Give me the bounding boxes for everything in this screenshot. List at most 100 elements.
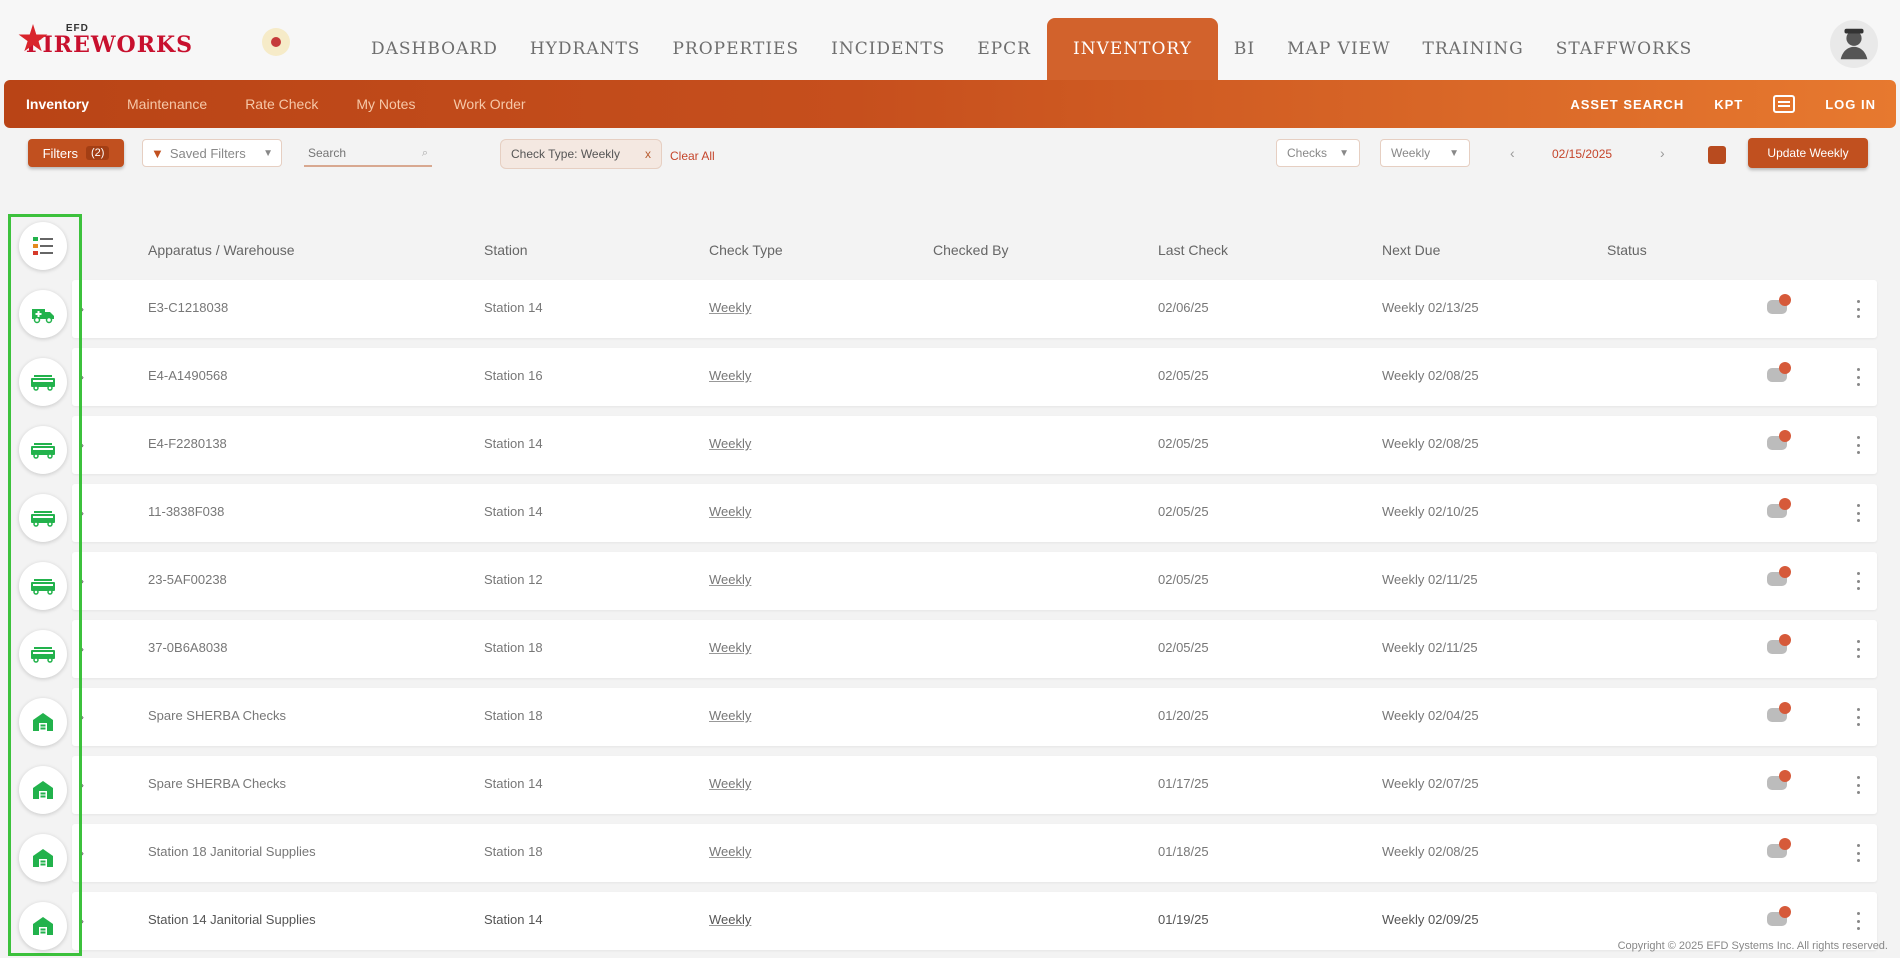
row-menu-icon[interactable] [1857,708,1861,726]
date-label[interactable]: 02/15/2025 [1552,147,1612,161]
column-header-next-due[interactable]: Next Due [1382,242,1440,258]
cell-check-type: Weekly [709,504,752,519]
logo-burst-icon [18,22,48,58]
rail-button-fire-truck[interactable] [19,630,67,678]
checks-select[interactable]: Checks ▼ [1276,139,1360,167]
filters-button[interactable]: Filters (2) [28,139,124,167]
notes-icon[interactable] [1767,702,1793,726]
row-menu-icon[interactable] [1857,912,1861,930]
table-row[interactable]: › E3-C1218038 Station 14 Weekly 02/06/25 Week… [72,280,1877,338]
row-menu-icon[interactable] [1857,504,1861,522]
prev-date-button[interactable]: ‹ [1510,145,1515,161]
column-header-last-check[interactable]: Last Check [1158,242,1228,258]
table-row[interactable]: › Station 18 Janitorial Supplies Station 1… [72,824,1877,882]
column-header-station[interactable]: Station [484,242,528,258]
search-input[interactable] [308,146,422,160]
clear-all-link[interactable]: Clear All [670,149,715,163]
nav-bi[interactable]: BI [1218,18,1271,80]
footer-copyright: Copyright © 2025 EFD Systems Inc. All ri… [1617,940,1888,952]
nav-staffworks[interactable]: STAFFWORKS [1540,18,1708,80]
notes-icon[interactable] [1767,770,1793,794]
table-row[interactable]: › 11-3838F038 Station 14 Weekly 02/05/25 Week… [72,484,1877,542]
rail-button-warehouse[interactable] [19,834,67,882]
table-row[interactable]: › Station 14 Janitorial Supplies Station 1… [72,892,1877,950]
cell-apparatus: 23-5AF00238 [148,572,227,587]
nav-incidents[interactable]: INCIDENTS [815,18,961,80]
app-logo[interactable]: EFD FIREWORKS [18,16,193,64]
subnav-inventory[interactable]: Inventory [26,96,89,112]
rail-button-warehouse[interactable] [19,766,67,814]
notes-icon[interactable] [1767,838,1793,862]
table-row[interactable]: › 23-5AF00238 Station 12 Weekly 02/05/25 Week… [72,552,1877,610]
table-row[interactable]: › E4-A1490568 Station 16 Weekly 02/05/25 Week… [72,348,1877,406]
period-select[interactable]: Weekly ▼ [1380,139,1470,167]
subnav-work-order[interactable]: Work Order [453,96,525,112]
notes-icon[interactable] [1767,294,1793,318]
update-weekly-button[interactable]: Update Weekly [1748,138,1868,168]
fire-truck-icon [30,505,56,531]
rail-button-fire-truck[interactable] [19,426,67,474]
table-row[interactable]: › E4-F2280138 Station 14 Weekly 02/05/25 Week… [72,416,1877,474]
search-field[interactable]: ⌕ [304,141,432,167]
rail-button-warehouse[interactable] [19,698,67,746]
row-menu-icon[interactable] [1857,436,1861,454]
rail-button-fire-truck[interactable] [19,562,67,610]
notes-icon[interactable] [1767,634,1793,658]
nav-map-view[interactable]: MAP VIEW [1271,18,1406,80]
cell-last-check: 02/05/25 [1158,504,1209,519]
filter-chip-check-type[interactable]: Check Type: Weekly x [500,139,662,169]
cell-apparatus: Station 14 Janitorial Supplies [148,912,316,927]
nav-dashboard[interactable]: DASHBOARD [355,18,514,80]
warehouse-icon [30,777,56,803]
notes-icon[interactable] [1767,566,1793,590]
user-avatar-icon[interactable] [1830,20,1878,68]
column-header-checked-by[interactable]: Checked By [933,242,1008,258]
rail-button-list[interactable] [19,222,67,270]
nav-training[interactable]: TRAINING [1407,18,1540,80]
cell-check-type: Weekly [709,572,752,587]
cell-next-due: Weekly 02/08/25 [1382,844,1479,859]
column-header-status[interactable]: Status [1607,242,1647,258]
nav-epcr[interactable]: EPCR [961,18,1047,80]
row-menu-icon[interactable] [1857,368,1861,386]
row-menu-icon[interactable] [1857,640,1861,658]
subnav-my-notes[interactable]: My Notes [356,96,415,112]
rail-button-fire-truck[interactable] [19,494,67,542]
nav-properties[interactable]: PROPERTIES [656,18,815,80]
nav-hydrants[interactable]: HYDRANTS [514,18,657,80]
cell-check-type: Weekly [709,300,752,315]
notes-icon[interactable] [1767,498,1793,522]
rail-button-warehouse[interactable] [19,902,67,950]
nav-inventory[interactable]: INVENTORY [1046,18,1218,80]
calendar-icon[interactable] [1708,146,1726,164]
row-menu-icon[interactable] [1857,844,1861,862]
report-icon[interactable] [1773,95,1796,113]
rail-button-fire-truck[interactable] [19,358,67,406]
column-header-check-type[interactable]: Check Type [709,242,783,258]
saved-filters-dropdown[interactable]: ▼ Saved Filters ▼ [142,139,282,167]
cell-next-due: Weekly 02/09/25 [1382,912,1479,927]
notes-icon[interactable] [1767,362,1793,386]
table-row[interactable]: › Spare SHERBA Checks Station 18 Weekly 01/2… [72,688,1877,746]
kpt-link[interactable]: KPT [1714,97,1743,112]
table-row[interactable]: › Spare SHERBA Checks Station 14 Weekly 01/1… [72,756,1877,814]
table-row[interactable]: › 37-0B6A8038 Station 18 Weekly 02/05/25 Week… [72,620,1877,678]
close-icon[interactable]: x [645,147,651,161]
subnav-maintenance[interactable]: Maintenance [127,96,207,112]
notes-icon[interactable] [1767,906,1793,930]
row-menu-icon[interactable] [1857,776,1861,794]
cell-next-due: Weekly 02/08/25 [1382,368,1479,383]
table-header: Apparatus / Warehouse Station Check Type… [70,236,1880,266]
top-bar: EFD FIREWORKS DASHBOARD HYDRANTS PROPERT… [0,0,1900,80]
cell-apparatus: E4-A1490568 [148,368,228,383]
notes-icon[interactable] [1767,430,1793,454]
subnav-rate-check[interactable]: Rate Check [245,96,318,112]
asset-search-link[interactable]: ASSET SEARCH [1570,97,1684,112]
rail-button-ambulance[interactable] [19,290,67,338]
column-header-apparatus[interactable]: Apparatus / Warehouse [148,242,295,258]
notification-dot-icon[interactable] [262,28,290,56]
row-menu-icon[interactable] [1857,572,1861,590]
login-link[interactable]: LOG IN [1825,97,1876,112]
next-date-button[interactable]: › [1660,145,1665,161]
row-menu-icon[interactable] [1857,300,1861,318]
